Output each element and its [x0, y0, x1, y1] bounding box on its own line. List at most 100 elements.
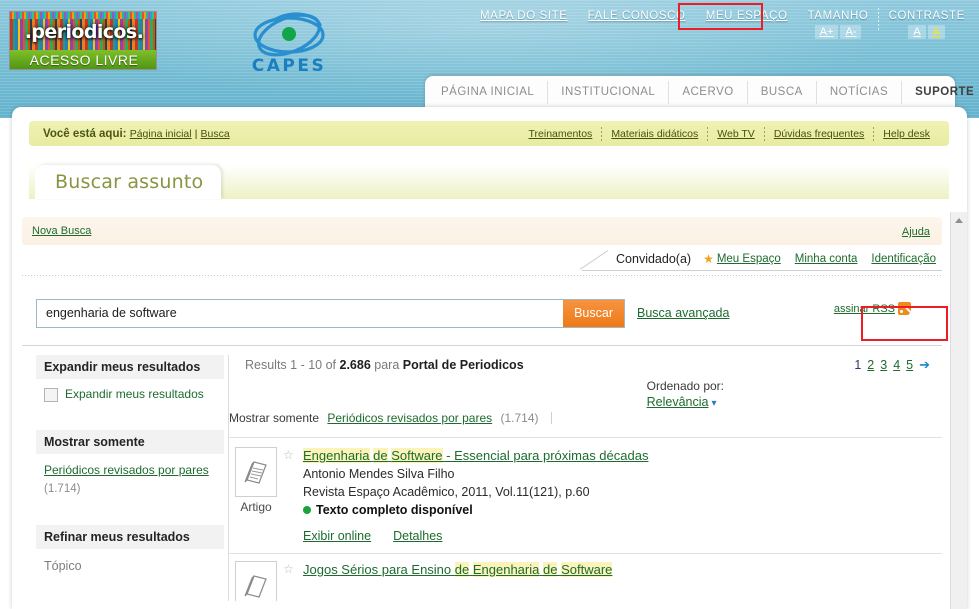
- capes-logo[interactable]: CAPES: [240, 8, 338, 76]
- contraste-buttons: A A: [908, 25, 946, 39]
- tab-busca[interactable]: BUSCA: [748, 81, 817, 104]
- article-icon: [235, 561, 277, 601]
- results-count-middle: para: [374, 358, 400, 372]
- breadcrumb: Você está aqui: Página inicial | Busca: [29, 128, 230, 140]
- page-2[interactable]: 2: [867, 358, 874, 372]
- sort-control: Ordenado por: Relevância ▾: [647, 379, 724, 411]
- page-1[interactable]: 1: [854, 358, 861, 372]
- result-title-link[interactable]: Jogos Sérios para Ensino de Engenharia d…: [303, 562, 613, 577]
- action-detalhes[interactable]: Detalhes: [393, 529, 442, 543]
- link-web-tv[interactable]: Web TV: [708, 128, 764, 140]
- site-header-banner: .periodicos. ACESSO LIVRE CAPES MAPA DO …: [0, 0, 979, 118]
- facet-sublabel-topico: Tópico: [44, 559, 82, 573]
- arrow-right-icon[interactable]: ➔: [919, 357, 930, 373]
- result-row: Artigo ☆ Engenharia de Software - Essenc…: [229, 447, 942, 543]
- link-identificacao[interactable]: Identificação: [871, 253, 936, 265]
- tamanho-group: TAMANHO A+ A-: [798, 6, 879, 43]
- link-treinamentos[interactable]: Treinamentos: [520, 128, 602, 140]
- main-nav-tabs: PÁGINA INICIAL INSTITUCIONAL ACERVO BUSC…: [425, 76, 974, 109]
- breadcrumb-item-pagina-inicial[interactable]: Página inicial: [130, 128, 192, 140]
- content-columns: Expandir meus resultados Expandir meus r…: [22, 355, 942, 601]
- link-help-desk[interactable]: Help desk: [874, 128, 939, 140]
- link-materiais-didaticos[interactable]: Materiais didáticos: [602, 128, 707, 140]
- checkbox-label-expandir: Expandir meus resultados: [65, 387, 204, 401]
- sort-label: Ordenado por:: [646, 379, 724, 393]
- chevron-down-icon[interactable]: ▾: [711, 398, 716, 409]
- availability-dot-icon: [303, 506, 311, 514]
- search-divider: [22, 345, 942, 346]
- page-root: .periodicos. ACESSO LIVRE CAPES MAPA DO …: [0, 0, 979, 609]
- show-only-count: (1.714): [500, 411, 539, 425]
- page-5[interactable]: 5: [906, 358, 913, 372]
- breadcrumb-right-links: Treinamentos Materiais didáticos Web TV …: [520, 126, 950, 141]
- dotted-divider: [22, 275, 942, 276]
- facets-sidebar: Expandir meus resultados Expandir meus r…: [22, 355, 224, 601]
- result-title-link[interactable]: Engenharia de Software - Essencial para …: [303, 448, 648, 463]
- facet-spacer: [36, 402, 224, 430]
- page-panel: Você está aqui: Página inicial | Busca Tre…: [12, 107, 967, 609]
- facet-checkbox-row[interactable]: Expandir meus resultados: [44, 386, 218, 402]
- contrast-normal-button[interactable]: A: [908, 25, 926, 39]
- tab-acervo[interactable]: ACERVO: [669, 81, 748, 104]
- results-count: Results 1 - 10 of 2.686 para Portal de P…: [245, 355, 942, 372]
- page-3[interactable]: 3: [880, 358, 887, 372]
- rss-icon: [898, 302, 911, 315]
- user-bar-row: Convidado(a) ★ Meu Espaço Minha conta Id…: [22, 247, 942, 271]
- periodicos-logo[interactable]: .periodicos. ACESSO LIVRE: [9, 11, 157, 70]
- link-minha-conta[interactable]: Minha conta: [795, 253, 858, 265]
- search-row: Buscar Busca avançada assinar RSS: [22, 287, 942, 339]
- search-button[interactable]: Buscar: [563, 299, 624, 327]
- facet-title-expandir: Expandir meus resultados: [36, 355, 224, 379]
- capes-logo-text: CAPES: [251, 56, 327, 76]
- link-nova-busca[interactable]: Nova Busca: [22, 225, 91, 237]
- result-info: Engenharia de Software - Essencial para …: [303, 447, 942, 543]
- action-exibir-online[interactable]: Exibir online: [303, 529, 371, 543]
- pagination: 1 2 3 4 5 ➔: [854, 357, 930, 373]
- result-actions: Exibir online Detalhes: [303, 529, 942, 543]
- capes-mark-icon: [253, 12, 325, 57]
- link-assinar-rss[interactable]: assinar RSS: [834, 302, 911, 315]
- link-busca-avancada[interactable]: Busca avançada: [637, 306, 729, 320]
- star-outline-icon[interactable]: ☆: [283, 561, 303, 601]
- font-decrease-button[interactable]: A-: [840, 25, 862, 39]
- link-duvidas-frequentes[interactable]: Dúvidas frequentes: [765, 128, 873, 140]
- contrast-high-button[interactable]: A: [927, 25, 946, 39]
- article-pages-icon: [244, 575, 267, 598]
- breadcrumb-item-busca[interactable]: Busca: [201, 128, 230, 140]
- breadcrumb-separator: |: [194, 127, 198, 140]
- tab-pagina-inicial[interactable]: PÁGINA INICIAL: [425, 81, 549, 104]
- result-info: Jogos Sérios para Ensino de Engenharia d…: [303, 561, 942, 601]
- checkbox-expandir-resultados[interactable]: [44, 388, 58, 402]
- caret-up-icon: [955, 217, 963, 223]
- vertical-scrollbar[interactable]: [950, 212, 967, 609]
- tab-institucional[interactable]: INSTITUCIONAL: [548, 81, 670, 104]
- font-increase-button[interactable]: A+: [814, 25, 839, 39]
- link-ajuda[interactable]: Ajuda: [892, 226, 930, 238]
- tab-suporte[interactable]: SUPORTE: [902, 81, 979, 104]
- results-count-prefix: Results 1 - 10 of: [245, 358, 337, 372]
- results-scope: Portal de Periodicos: [402, 358, 524, 372]
- link-meu-espaco[interactable]: MEU ESPAÇO: [696, 6, 798, 26]
- page-4[interactable]: 4: [893, 358, 900, 372]
- show-only-link[interactable]: Periódicos revisados por pares: [327, 411, 492, 425]
- link-meu-espaco-user[interactable]: Meu Espaço: [717, 253, 781, 265]
- search-box[interactable]: Buscar: [36, 298, 625, 328]
- link-mapa-do-site[interactable]: MAPA DO SITE: [470, 6, 578, 26]
- results-total: 2.686: [339, 358, 371, 372]
- breadcrumb-prefix: Você está aqui:: [43, 127, 127, 140]
- link-fale-conosco[interactable]: FALE CONOSCO: [578, 6, 696, 26]
- facet-body-mostrar-somente: Periódicos revisados por pares (1.714): [36, 461, 224, 497]
- search-input[interactable]: [37, 298, 564, 328]
- article-pages-icon: [244, 461, 267, 484]
- tab-noticias[interactable]: NOTÍCIAS: [817, 81, 903, 104]
- scroll-up-button[interactable]: [951, 212, 967, 228]
- tab-buscar-assunto[interactable]: Buscar assunto: [35, 165, 222, 199]
- facet-link-periodicos-revisados[interactable]: Periódicos revisados por pares: [44, 463, 209, 477]
- sort-value-link[interactable]: Relevância: [647, 395, 709, 409]
- star-outline-icon[interactable]: ☆: [283, 447, 303, 543]
- show-only-divider: [550, 412, 552, 424]
- result-type-column: [229, 561, 283, 601]
- results-top-divider: [229, 437, 942, 438]
- tamanho-label: TAMANHO: [807, 10, 869, 22]
- results-column: Results 1 - 10 of 2.686 para Portal de P…: [229, 355, 942, 601]
